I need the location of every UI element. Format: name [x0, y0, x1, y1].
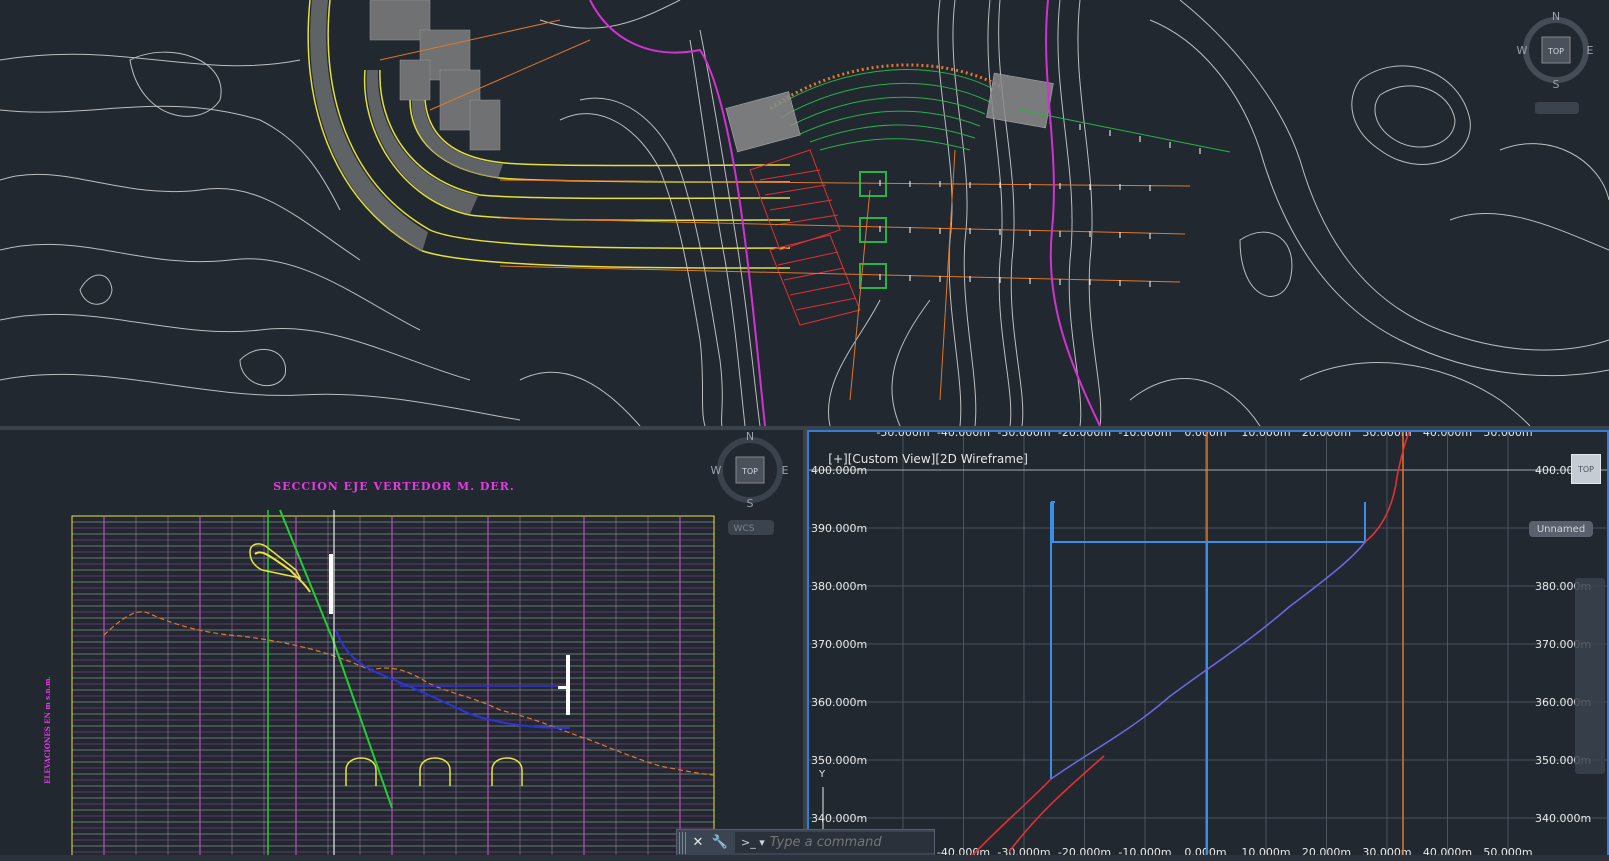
svg-text:Y: Y: [818, 769, 826, 780]
x-tick-label: -20.000m: [1058, 432, 1111, 439]
y-tick-label: 370.000m: [811, 638, 867, 651]
view-menu[interactable]: [Custom View]: [848, 452, 936, 466]
dam-crest: [769, 63, 1001, 110]
close-icon[interactable]: ✕: [687, 830, 709, 855]
viewport-menu[interactable]: [+]: [828, 452, 847, 466]
command-line-grip[interactable]: [679, 831, 687, 854]
section-viewport[interactable]: SECCION EJE VERTEDOR M. DER. ELEVACIONES…: [0, 430, 803, 861]
spillway-crest: [254, 551, 311, 593]
plan-drawing: TOP N S W E: [0, 0, 1609, 426]
plant-structures: [369, 0, 501, 151]
ucs-name: Unnamed: [1536, 523, 1586, 535]
command-prompt-icon[interactable]: >_ ▾: [741, 836, 765, 849]
svg-text:E: E: [1587, 44, 1594, 57]
spillway-face: [279, 509, 393, 809]
y-tick-label: 340.000m: [811, 812, 867, 825]
compass-section[interactable]: TOP N S W E WCS: [711, 430, 789, 535]
status-bar: [0, 855, 1609, 861]
viewcube[interactable]: TOP: [1571, 454, 1601, 484]
viewcube-top-face[interactable]: TOP: [1578, 465, 1594, 474]
dam-abutments: [725, 72, 1054, 153]
x-tick-label: 10.000m: [1241, 432, 1290, 439]
x-tick-label: 0.000m: [1184, 432, 1226, 439]
x-tick-label: -10.000m: [1118, 432, 1171, 439]
terrain-lines: [968, 432, 1410, 859]
x-tick-label: 50.000m: [1483, 432, 1532, 439]
y-tick-label: 350.000m: [811, 754, 867, 767]
y-tick-label: 340.000m: [1535, 812, 1591, 825]
section-drawing: SECCION EJE VERTEDOR M. DER. ELEVACIONES…: [43, 430, 789, 861]
tunnel-lines: [379, 19, 1191, 401]
ucs-menu[interactable]: Unnamed: [1529, 521, 1593, 537]
dam-body: [769, 69, 996, 151]
section-grid-vertical: [103, 516, 681, 861]
section-grid-horizontal: [72, 521, 714, 859]
compass-plan[interactable]: TOP N S W E: [1517, 10, 1594, 114]
section-frame: [71, 515, 715, 861]
custom-view-viewport[interactable]: -50.000m -40.000m -30.000m -20.000m -10.000m…: [807, 430, 1609, 861]
x-tick-label: 40.000m: [1423, 432, 1472, 439]
svg-text:W: W: [1517, 44, 1528, 57]
viewcube-top-face: TOP: [1547, 47, 1564, 56]
vertical-axis-label: ELEVACIONES EN m s.n.m.: [43, 676, 52, 784]
intake-towers: [859, 171, 887, 289]
visual-style-menu[interactable]: [2D Wireframe]: [935, 452, 1028, 466]
svg-text:N: N: [746, 430, 754, 443]
command-input[interactable]: [767, 834, 892, 851]
command-prompt[interactable]: >_ ▾: [735, 832, 934, 853]
x-tick-label: 30.000m: [1362, 432, 1411, 439]
svg-text:N: N: [1552, 10, 1560, 23]
ground-profile: [103, 611, 715, 776]
plan-viewport[interactable]: TOP N S W E: [0, 0, 1609, 426]
y-tick-label: 360.000m: [811, 696, 867, 709]
y-tick-label: 390.000m: [811, 522, 867, 535]
wrench-icon[interactable]: 🔧: [709, 830, 731, 855]
viewport-controls[interactable]: [+][Custom View][2D Wireframe]: [813, 438, 1028, 480]
navigation-bar[interactable]: [1575, 578, 1605, 774]
command-line[interactable]: ✕ 🔧 >_ ▾: [676, 829, 935, 856]
spillway-outline: [1050, 501, 1366, 859]
svg-text:TOP: TOP: [741, 467, 758, 476]
svg-text:E: E: [782, 464, 789, 477]
custom-view-drawing: -50.000m -40.000m -30.000m -20.000m -10.000m…: [809, 432, 1607, 859]
x-tick-label: 20.000m: [1302, 432, 1351, 439]
water-profile: [335, 629, 571, 729]
y-tick-label: 380.000m: [811, 580, 867, 593]
svg-text:S: S: [747, 497, 754, 510]
spillway-red: [749, 149, 861, 326]
contour-lines: [0, 0, 1609, 426]
svg-text:W: W: [711, 464, 722, 477]
section-annotations: [329, 554, 570, 715]
svg-text:S: S: [1553, 78, 1560, 91]
station-ticks: [879, 118, 1201, 287]
wcs-menu: WCS: [734, 524, 755, 534]
section-title: SECCION EJE VERTEDOR M. DER.: [273, 480, 515, 493]
river-banks: [589, 0, 1101, 426]
